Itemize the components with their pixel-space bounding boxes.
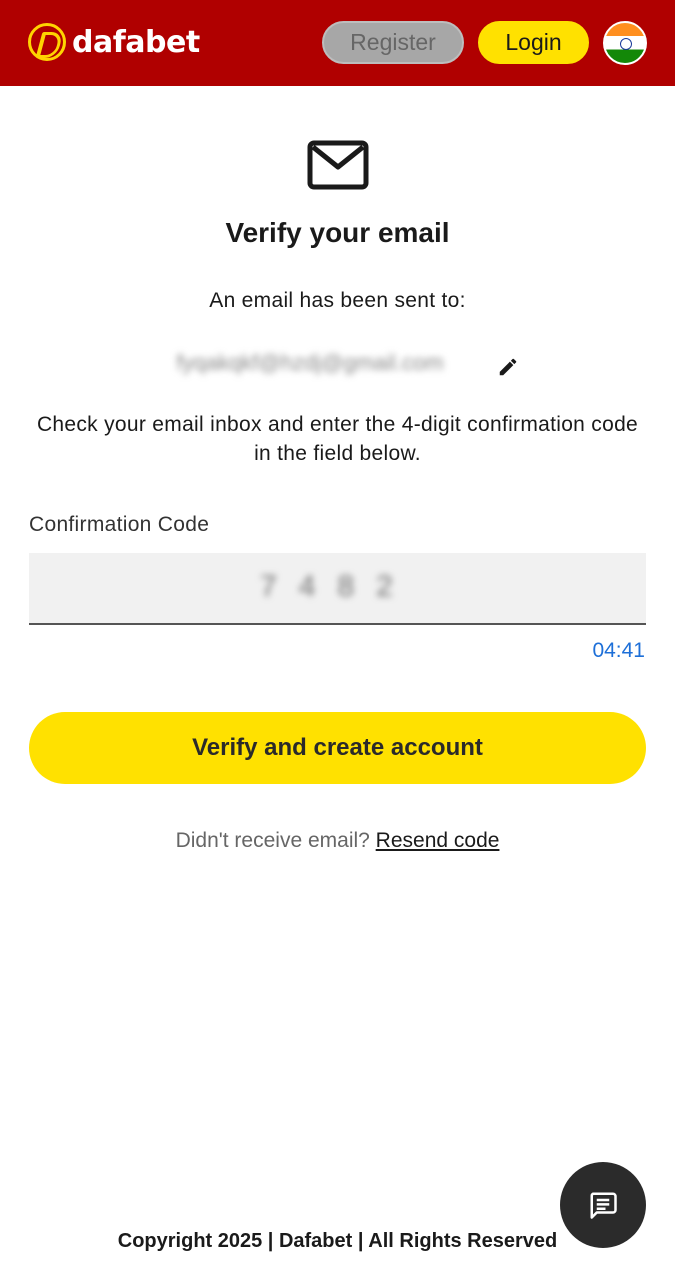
verify-create-account-button[interactable]: Verify and create account — [29, 712, 646, 784]
chat-icon — [590, 1192, 617, 1219]
copyright-text: Copyright 2025 | Dafabet | All Rights Re… — [117, 1230, 558, 1252]
confirmation-code-input[interactable] — [29, 553, 646, 625]
logo-text: dafabet — [72, 24, 200, 60]
top-header: dafabet Register Login — [0, 0, 675, 86]
login-button[interactable]: Login — [478, 21, 589, 64]
resend-code-link[interactable]: Resend code — [376, 829, 500, 852]
countdown-timer: 04:41 — [592, 639, 645, 662]
resend-row: Didn't receive email? Resend code — [0, 829, 675, 853]
register-button[interactable]: Register — [322, 21, 464, 64]
email-row: fyqakqkf@hzdj@gmail.com — [0, 348, 675, 382]
page: dafabet Register Login Verify your email… — [0, 0, 675, 1280]
resend-prompt: Didn't receive email? — [175, 829, 370, 852]
logo-mark-icon — [28, 23, 66, 61]
mail-icon — [307, 140, 369, 190]
confirmation-code-label: Confirmation Code — [29, 513, 210, 536]
instructions-text: Check your email inbox and enter the 4-d… — [36, 413, 639, 465]
email-address: fyqakqkf@hzdj@gmail.com — [176, 350, 444, 375]
india-flag-icon[interactable] — [603, 21, 647, 65]
sent-to-label: An email has been sent to: — [209, 289, 466, 312]
page-title: Verify your email — [225, 217, 450, 248]
dafabet-logo[interactable]: dafabet — [28, 22, 200, 62]
pencil-icon[interactable] — [497, 356, 519, 378]
